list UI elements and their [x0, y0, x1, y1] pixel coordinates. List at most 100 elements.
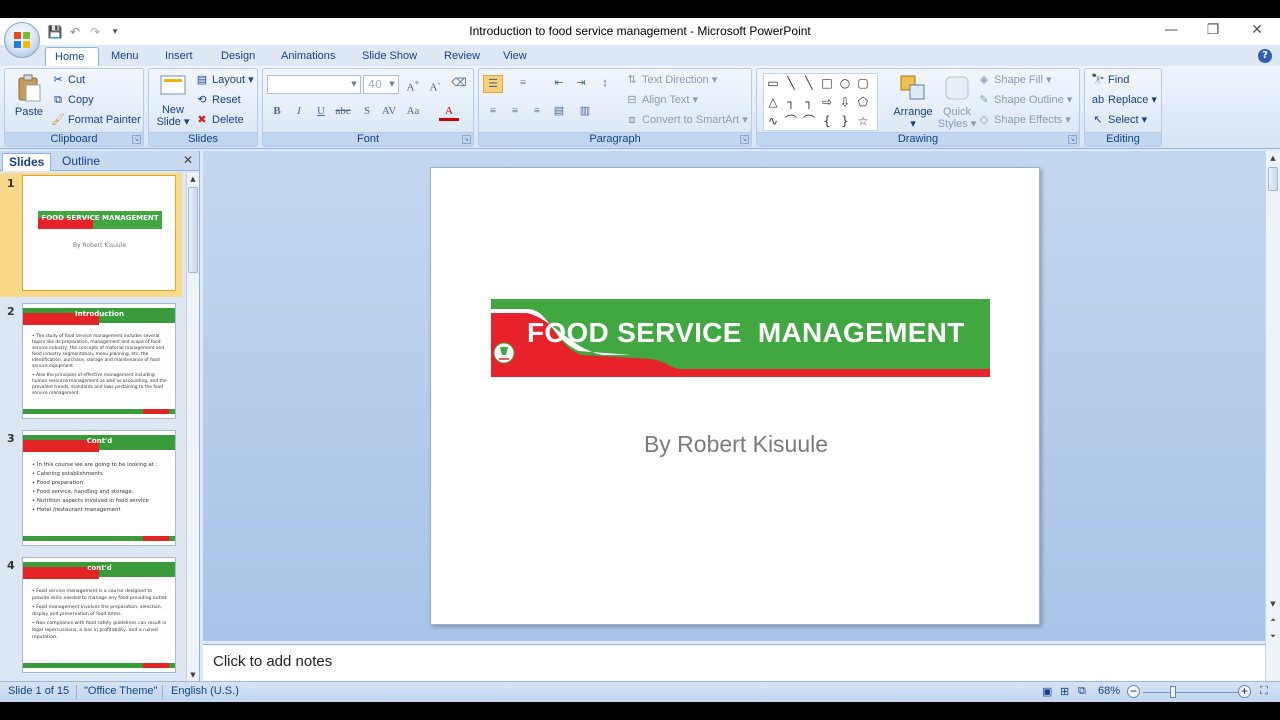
tab-review[interactable]: Review	[435, 47, 489, 66]
decrease-indent-icon[interactable]: ⇤	[549, 75, 569, 93]
notes-pane[interactable]: Click to add notes	[203, 644, 1265, 681]
tab-design[interactable]: Design	[212, 47, 264, 66]
rect-shape-icon[interactable]: □	[819, 75, 835, 91]
bold-icon[interactable]: B	[267, 103, 287, 121]
change-case-icon[interactable]: Aa	[403, 103, 423, 121]
shape-fill-button[interactable]: ◈ Shape Fill ▾	[977, 71, 1052, 91]
save-icon[interactable]: 💾	[46, 24, 64, 40]
star-shape-icon[interactable]: ☆	[855, 113, 871, 129]
language-indicator[interactable]: English (U.S.)	[171, 685, 239, 697]
new-slide-button[interactable]: New Slide ▾	[153, 73, 193, 128]
arrow-down-shape-icon[interactable]: ⇩	[837, 94, 853, 110]
scroll-down-icon[interactable]: ▼	[188, 670, 198, 680]
close-button[interactable]: ✕	[1236, 18, 1278, 45]
notes-placeholder[interactable]: Click to add notes	[213, 653, 332, 670]
close-pane-icon[interactable]: ✕	[183, 153, 193, 167]
align-text-button[interactable]: ⊟ Align Text ▾	[625, 91, 698, 111]
replace-button[interactable]: ab Replace ▾	[1091, 91, 1157, 111]
oval-shape-icon[interactable]: ○	[837, 75, 853, 91]
tab-slide-show[interactable]: Slide Show	[353, 47, 426, 66]
current-slide[interactable]: FOOD SERVICE MANAGEMENT By Robert Kisuul…	[430, 167, 1040, 625]
reset-button[interactable]: ⟲ Reset	[195, 91, 240, 111]
dialog-launcher-icon[interactable]: ↘	[132, 135, 141, 144]
align-left-icon[interactable]: ≡	[483, 103, 503, 121]
layout-button[interactable]: ▤ Layout ▾	[195, 71, 254, 91]
tab-view[interactable]: View	[494, 47, 536, 66]
tab-menu[interactable]: Menu	[102, 47, 148, 66]
next-slide-icon[interactable]: ⏷	[1268, 631, 1278, 641]
line-shape-icon[interactable]: ╲	[783, 75, 799, 91]
minimize-button[interactable]: —	[1150, 18, 1192, 45]
paste-button[interactable]: Paste	[9, 73, 49, 118]
shapes-gallery[interactable]: ▭ ╲ ╲ □ ○ ▢ △ ┐ ┐ ⇨ ⇩ ⬠ ∿ ⌒ ⌒ { } ☆	[763, 73, 878, 131]
triangle-shape-icon[interactable]: △	[765, 94, 781, 110]
grow-font-icon[interactable]: A+	[403, 75, 423, 94]
underline-icon[interactable]: U	[311, 103, 331, 121]
paragraph-launcher-icon[interactable]: ↘	[740, 135, 749, 144]
align-right-icon[interactable]: ≡	[527, 103, 547, 121]
tab-slides[interactable]: Slides	[2, 153, 52, 171]
slide-thumbnail-4[interactable]: 4 cont'd • Food service management is a …	[0, 555, 182, 677]
font-name-combo[interactable]: ▼	[267, 75, 361, 94]
slide-subtitle[interactable]: By Robert Kisuule	[431, 431, 1041, 458]
tab-insert[interactable]: Insert	[156, 47, 202, 66]
zoom-in-icon[interactable]: +	[1238, 685, 1251, 698]
zoom-slider-handle[interactable]	[1170, 686, 1176, 698]
tab-home[interactable]: Home	[45, 47, 99, 66]
bullets-icon[interactable]: ☰	[483, 75, 503, 93]
arc-shape-icon[interactable]: ⌒	[783, 113, 799, 129]
justify-icon[interactable]: ▤	[549, 103, 569, 121]
theme-name[interactable]: "Office Theme"	[84, 685, 157, 697]
quick-styles-button[interactable]: Quick Styles ▾	[937, 73, 977, 130]
strikethrough-icon[interactable]: abc	[333, 103, 353, 121]
convert-smartart-button[interactable]: ⧈ Convert to SmartArt ▾	[625, 111, 748, 131]
elbow-shape-icon[interactable]: ┐	[783, 94, 799, 110]
tab-outline[interactable]: Outline	[56, 153, 106, 171]
scroll-down-icon[interactable]: ▼	[1268, 599, 1278, 609]
slide-show-icon[interactable]: ⧉	[1078, 685, 1086, 698]
tab-animations[interactable]: Animations	[272, 47, 344, 66]
slide-thumbnail-2[interactable]: 2 Introduction • The study of food servi…	[0, 301, 182, 423]
help-icon[interactable]: ?	[1258, 49, 1272, 63]
text-direction-button[interactable]: ⇅ Text Direction ▾	[625, 71, 717, 91]
undo-icon[interactable]: ↶	[66, 24, 84, 40]
curve-shape-icon[interactable]: ⌒	[801, 113, 817, 129]
numbering-icon[interactable]: ≡	[513, 75, 533, 93]
elbow2-shape-icon[interactable]: ┐	[801, 94, 817, 110]
title-banner[interactable]: FOOD SERVICE MANAGEMENT	[491, 299, 990, 377]
align-center-icon[interactable]: ≡	[505, 103, 525, 121]
line-spacing-icon[interactable]: ↕	[595, 75, 615, 93]
copy-button[interactable]: ⧉ Copy	[51, 91, 94, 111]
columns-icon[interactable]: ▥	[575, 103, 595, 121]
font-size-combo[interactable]: 40 ▼	[363, 75, 399, 94]
slides-pane-scrollbar[interactable]: ▲ ▼	[186, 173, 199, 681]
scribble-shape-icon[interactable]: ∿	[765, 113, 781, 129]
shape-effects-button[interactable]: ◇ Shape Effects ▾	[977, 111, 1071, 131]
font-launcher-icon[interactable]: ↘	[462, 135, 471, 144]
drawing-launcher-icon[interactable]: ↘	[1068, 135, 1077, 144]
increase-indent-icon[interactable]: ⇥	[571, 75, 591, 93]
shadow-icon[interactable]: S	[357, 103, 377, 121]
char-spacing-icon[interactable]: AV	[379, 103, 399, 121]
scroll-up-icon[interactable]: ▲	[188, 174, 198, 184]
delete-button[interactable]: ✖ Delete	[195, 111, 243, 131]
format-painter-button[interactable]: 🖌 Format Painter	[51, 111, 141, 131]
italic-icon[interactable]: I	[289, 103, 309, 121]
textbox-shape-icon[interactable]: ▭	[765, 75, 781, 91]
arrange-button[interactable]: Arrange ▾	[891, 73, 935, 130]
zoom-out-icon[interactable]: −	[1127, 685, 1140, 698]
line2-shape-icon[interactable]: ╲	[801, 75, 817, 91]
normal-view-icon[interactable]: ▣	[1042, 685, 1052, 698]
office-button[interactable]	[4, 22, 40, 58]
cut-button[interactable]: ✂ Cut	[51, 71, 85, 91]
brace-left-shape-icon[interactable]: {	[819, 113, 835, 129]
zoom-slider-track[interactable]	[1143, 692, 1239, 693]
restore-button[interactable]: ❐	[1192, 18, 1234, 45]
redo-icon[interactable]: ↷	[86, 24, 104, 40]
zoom-level[interactable]: 68%	[1098, 685, 1120, 697]
scroll-up-icon[interactable]: ▲	[1268, 153, 1278, 163]
roundrect-shape-icon[interactable]: ▢	[855, 75, 871, 91]
slide-thumbnail-1[interactable]: 1 FOOD SERVICE MANAGEMENT By Robert Kisu…	[0, 173, 182, 297]
brace-right-shape-icon[interactable]: }	[837, 113, 853, 129]
fit-to-window-icon[interactable]: ⛶	[1260, 685, 1268, 698]
